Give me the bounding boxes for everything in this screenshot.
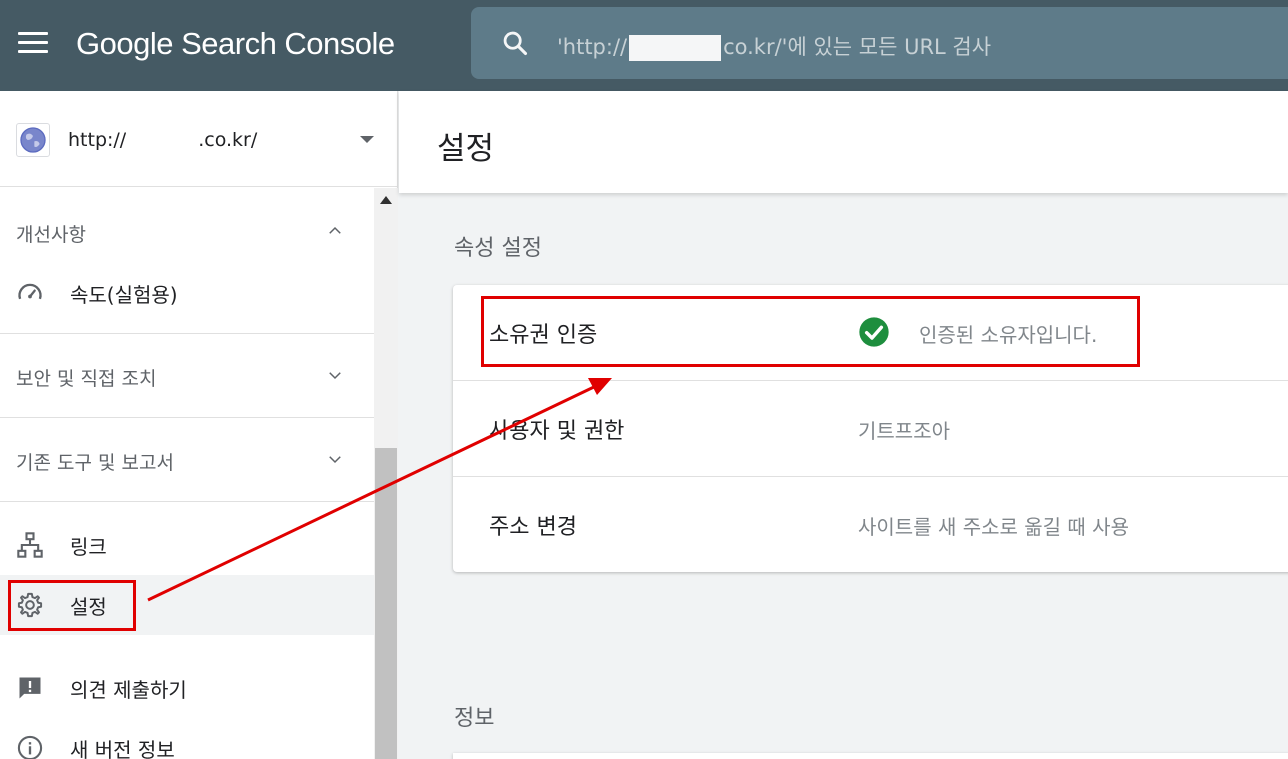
page-header: 설정 <box>399 91 1288 193</box>
section-security[interactable]: 보안 및 직접 조치 <box>0 350 374 402</box>
ownership-verification-row[interactable]: 소유권 인증 인증된 소유자입니다. <box>453 285 1288 381</box>
search-placeholder-prefix: 'http:// <box>557 35 628 59</box>
search-icon <box>503 31 528 56</box>
scroll-thumb[interactable] <box>375 448 397 759</box>
row-value: 사이트를 새 주소로 옮길 때 사용 <box>858 515 1129 539</box>
info-heading: 정보 <box>454 706 495 731</box>
section-enhancements[interactable]: 개선사항 <box>0 206 374 258</box>
row-value: 기트프조아 <box>858 419 950 443</box>
chevron-down-icon <box>329 456 341 464</box>
sidebar-item-settings[interactable]: 설정 <box>0 575 374 635</box>
sidebar-item-label: 의견 제출하기 <box>70 678 187 702</box>
sidebar-item-label: 설정 <box>70 595 107 619</box>
sidebar-scrollbar[interactable] <box>374 188 398 759</box>
section-legacy-tools[interactable]: 기존 도구 및 보고서 <box>0 434 374 486</box>
sidebar-nav: 개선사항 속도(실험용) 보안 및 직접 조치 기존 도구 및 보고서 링크 설… <box>0 188 374 759</box>
redaction-block <box>629 35 722 61</box>
divider <box>0 417 374 418</box>
divider <box>0 333 374 334</box>
scroll-up-arrow-icon[interactable] <box>380 196 392 204</box>
search-placeholder-suffix: co.kr/'에 있는 모든 URL 검사 <box>723 35 992 59</box>
sidebar-item-whats-new[interactable]: 새 버전 정보 <box>0 718 374 759</box>
speedometer-icon <box>18 283 42 300</box>
brand-google: Google <box>76 26 173 61</box>
section-label: 보안 및 직접 조치 <box>16 368 157 390</box>
section-label: 개선사항 <box>16 224 86 246</box>
redaction-block <box>126 129 199 152</box>
sidebar-item-speed[interactable]: 속도(실험용) <box>0 263 374 323</box>
check-circle-icon <box>859 317 889 347</box>
property-url-suffix: .co.kr/ <box>198 129 258 151</box>
sidebar-item-label: 새 버전 정보 <box>70 738 175 759</box>
top-app-bar: Google Search Console 'http:// co.kr/'에 있… <box>0 0 1288 91</box>
property-selector[interactable]: http:// .co.kr/ <box>0 91 398 187</box>
dropdown-caret-icon[interactable] <box>360 136 374 143</box>
sidebar-item-links[interactable]: 링크 <box>0 515 374 575</box>
property-settings-heading: 속성 설정 <box>454 236 542 261</box>
chevron-down-icon <box>329 372 341 380</box>
feedback-icon <box>19 677 41 699</box>
info-card <box>453 753 1288 759</box>
app-logo[interactable]: Google Search Console <box>76 26 395 62</box>
gear-icon <box>17 592 43 618</box>
globe-icon <box>16 123 50 157</box>
sidebar-item-label: 링크 <box>70 535 107 559</box>
sidebar-item-label: 속도(실험용) <box>70 283 178 307</box>
sidebar: http:// .co.kr/ 개선사항 속도(실험용) 보안 및 직접 조치 기… <box>0 91 398 759</box>
sitemap-icon <box>17 532 43 558</box>
change-of-address-row[interactable]: 주소 변경 사이트를 새 주소로 옮길 때 사용 <box>453 477 1288 573</box>
row-label: 주소 변경 <box>489 515 577 540</box>
info-icon <box>17 735 43 759</box>
users-permissions-row[interactable]: 사용자 및 권한 기트프조아 <box>453 381 1288 477</box>
property-settings-card: 소유권 인증 인증된 소유자입니다. 사용자 및 권한 기트프조아 주소 변경 … <box>453 285 1288 572</box>
row-label: 소유권 인증 <box>489 323 598 348</box>
hamburger-menu-icon[interactable] <box>18 32 48 56</box>
property-url: http:// .co.kr/ <box>68 129 257 152</box>
page-title: 설정 <box>437 131 495 167</box>
row-value: 인증된 소유자입니다. <box>919 323 1098 347</box>
search-input[interactable]: 'http:// co.kr/'에 있는 모든 URL 검사 <box>557 31 991 61</box>
divider <box>0 501 374 502</box>
section-label: 기존 도구 및 보고서 <box>16 452 174 474</box>
url-inspection-search[interactable]: 'http:// co.kr/'에 있는 모든 URL 검사 <box>471 7 1288 79</box>
sidebar-item-feedback[interactable]: 의견 제출하기 <box>0 658 374 718</box>
chevron-up-icon <box>329 226 341 234</box>
row-label: 사용자 및 권한 <box>489 419 625 444</box>
property-url-prefix: http:// <box>68 129 127 151</box>
brand-product: Search Console <box>172 26 395 61</box>
